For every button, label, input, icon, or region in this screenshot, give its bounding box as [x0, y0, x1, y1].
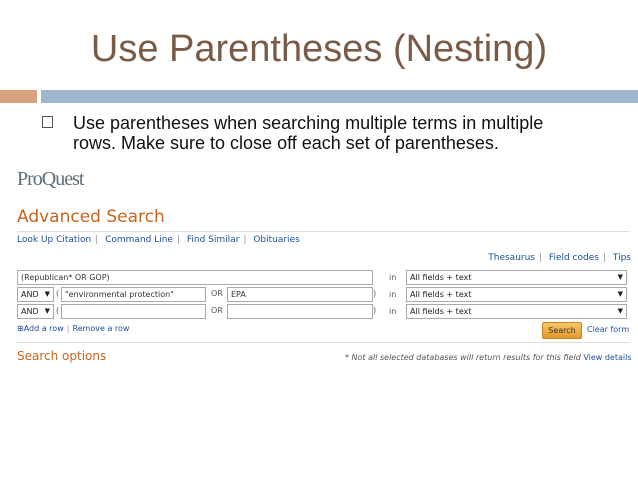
field-select-row1[interactable]: All fields + text ▼ [406, 270, 627, 285]
tips-link[interactable]: Tips [613, 253, 631, 263]
in-label-row2: in [389, 290, 397, 299]
chevron-down-icon: ▼ [44, 290, 50, 298]
search-term-row1[interactable]: (Republican* OR GOP) [17, 270, 373, 285]
proquest-logo: ProQuest [17, 168, 84, 190]
help-links: Thesaurus | Field codes | Tips [488, 253, 631, 263]
open-paren-row3: ( [56, 306, 60, 315]
chevron-down-icon: ▼ [44, 307, 50, 315]
divider [17, 231, 629, 232]
field-note: * Not all selected databases will return… [345, 353, 632, 362]
plus-box-icon: ⊞ [17, 324, 24, 333]
remove-row-link[interactable]: Remove a row [72, 324, 129, 333]
open-paren-row2: ( [56, 289, 60, 298]
bullet-line-1: Use parentheses when searching multiple … [73, 113, 544, 133]
slide-title: Use Parentheses (Nesting) [90, 28, 548, 70]
search-term-row2[interactable]: "environmental protection" [61, 287, 206, 302]
row-controls: ⊞Add a row | Remove a row [17, 324, 130, 333]
nav-look-up-citation[interactable]: Look Up Citation [17, 235, 91, 245]
search-term-row3[interactable] [61, 304, 206, 319]
accent-bar-orange [0, 90, 37, 103]
proquest-screenshot: ProQuest Advanced Search Look Up Citatio… [15, 162, 635, 363]
bullet-square-icon [42, 116, 53, 128]
thesaurus-link[interactable]: Thesaurus [488, 253, 535, 263]
accent-bar-blue [41, 90, 638, 103]
or-label-row3: OR [211, 306, 223, 315]
nav-obituaries[interactable]: Obituaries [253, 235, 299, 245]
or-label-row2: OR [211, 289, 223, 298]
search-term2-row3[interactable] [227, 304, 373, 319]
nav-find-similar[interactable]: Find Similar [187, 235, 240, 245]
chevron-down-icon: ▼ [617, 307, 623, 315]
in-label-row3: in [389, 307, 397, 316]
advanced-search-heading: Advanced Search [17, 207, 165, 227]
field-codes-link[interactable]: Field codes [549, 253, 599, 263]
field-select-row2[interactable]: All fields + text ▼ [406, 287, 627, 302]
close-paren-row3: ) [373, 306, 377, 315]
boolean-select-row2[interactable]: AND ▼ [17, 287, 54, 302]
in-label-row1: in [389, 273, 397, 282]
nav-command-line[interactable]: Command Line [105, 235, 173, 245]
search-term2-row2[interactable]: EPA [227, 287, 373, 302]
field-select-row3[interactable]: All fields + text ▼ [406, 304, 627, 319]
bullet-text: Use parentheses when searching multiple … [73, 113, 613, 153]
chevron-down-icon: ▼ [617, 273, 623, 281]
search-nav: Look Up Citation | Command Line | Find Sim… [17, 235, 300, 245]
bullet-line-2: rows. Make sure to close off each set of… [73, 133, 499, 153]
search-options-heading[interactable]: Search options [17, 349, 106, 363]
divider [17, 342, 629, 343]
boolean-select-row3[interactable]: AND ▼ [17, 304, 54, 319]
view-details-link[interactable]: View details [583, 353, 631, 362]
search-button[interactable]: Search [542, 322, 582, 339]
close-paren-row2: ) [373, 289, 377, 298]
add-row-link[interactable]: Add a row [24, 324, 64, 333]
chevron-down-icon: ▼ [617, 290, 623, 298]
clear-form-link[interactable]: Clear form [587, 325, 629, 334]
